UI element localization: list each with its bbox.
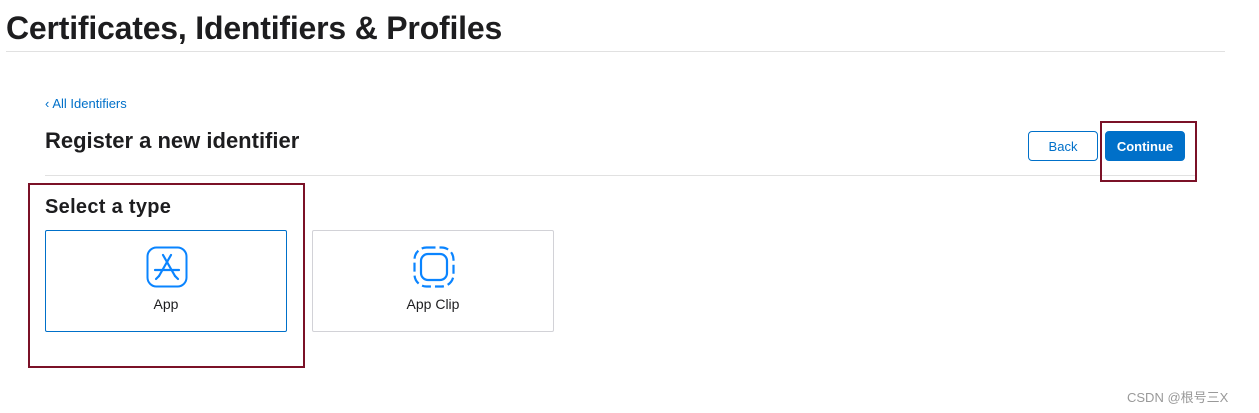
header-divider (45, 175, 1197, 176)
title-divider (6, 51, 1225, 52)
annotation-box-select-type (28, 183, 305, 368)
all-identifiers-label: All Identifiers (52, 96, 127, 111)
type-card-app-clip-label: App Clip (406, 296, 460, 312)
page: Certificates, Identifiers & Profiles ‹ Al… (0, 0, 1259, 413)
type-card-app-clip[interactable]: App Clip (312, 230, 554, 332)
watermark: CSDN @根号三X (1127, 390, 1229, 405)
page-title: Certificates, Identifiers & Profiles (6, 10, 503, 46)
all-identifiers-link[interactable]: ‹ All Identifiers (45, 96, 127, 111)
annotation-box-continue (1100, 121, 1197, 182)
app-clip-icon (413, 246, 455, 288)
back-button[interactable]: Back (1028, 131, 1098, 161)
chevron-left-icon: ‹ (45, 96, 50, 111)
register-heading: Register a new identifier (45, 128, 300, 153)
